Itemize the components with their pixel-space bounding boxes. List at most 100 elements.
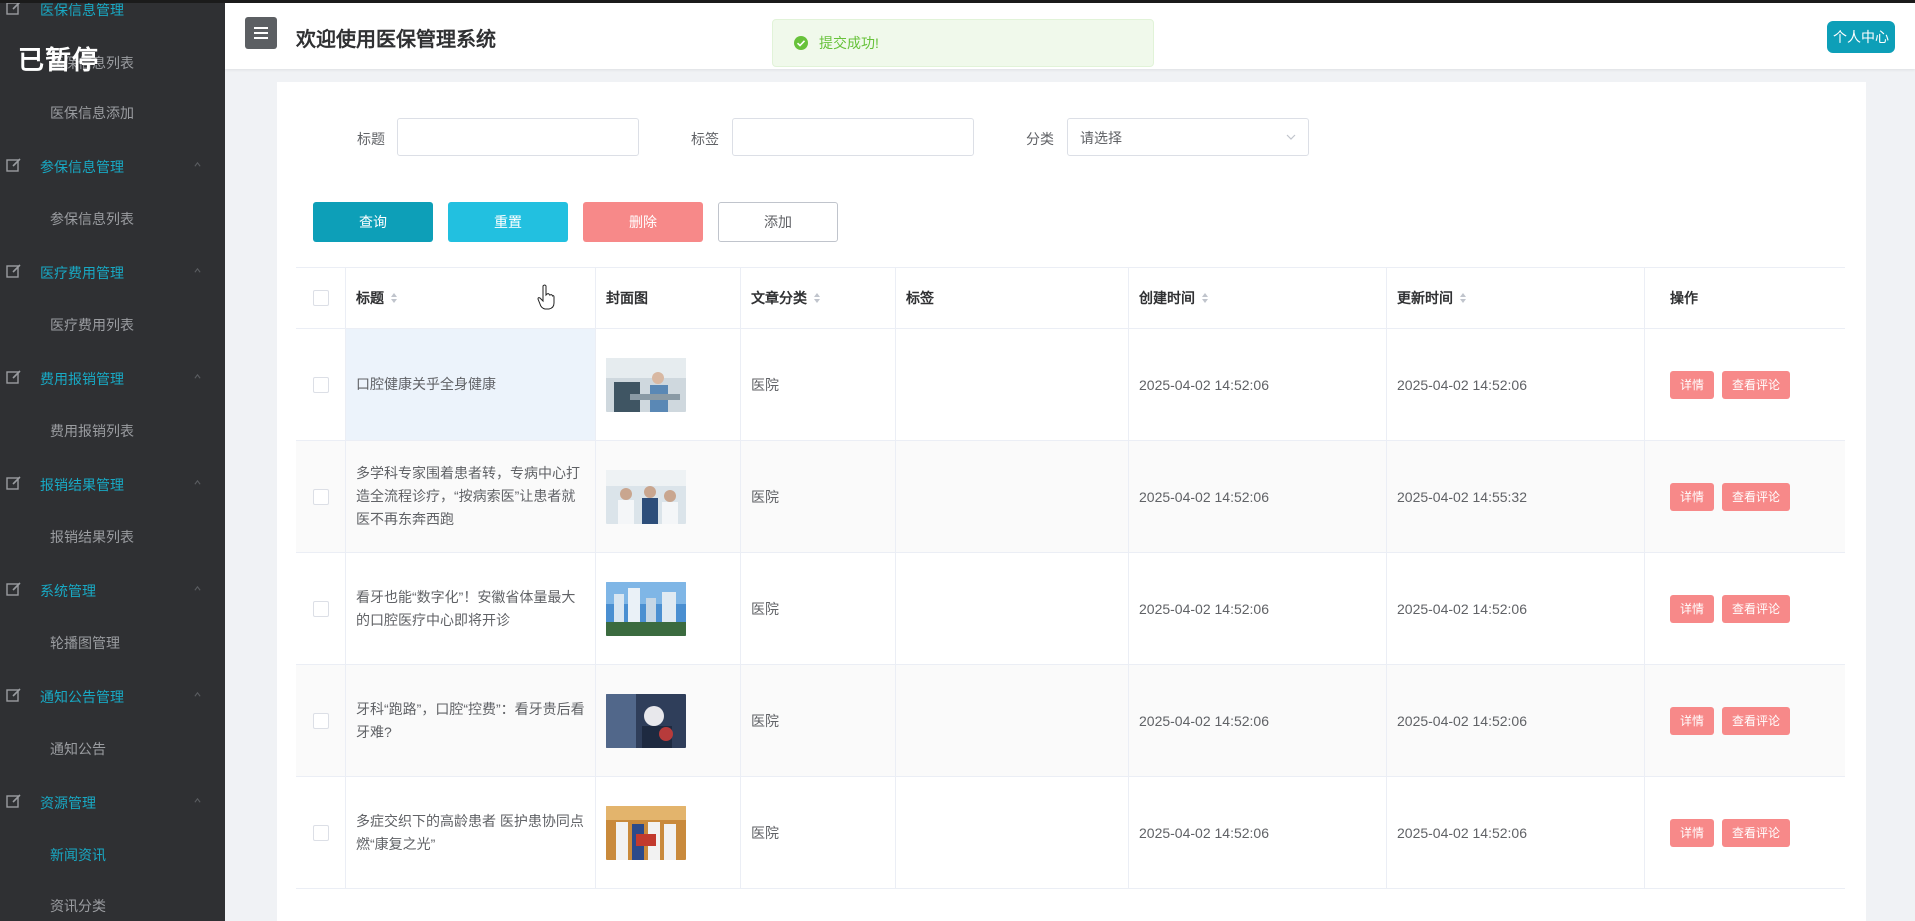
- sidebar-item-reimbursement-result-list[interactable]: 报销结果列表: [50, 527, 134, 547]
- header-category-label: 文章分类: [751, 290, 807, 306]
- cover-image[interactable]: [606, 581, 686, 636]
- table-row: 看牙也能“数字化”！安徽省体量最大的口腔医疗中心即将开诊 医院 2025-04-…: [296, 553, 1845, 665]
- sort-icon[interactable]: [390, 291, 398, 305]
- sidebar-group-enrollment-info[interactable]: 参保信息管理: [0, 150, 225, 180]
- row-checkbox[interactable]: [312, 712, 329, 729]
- row-select-cell: [296, 441, 346, 552]
- header-title[interactable]: 标题: [346, 268, 596, 328]
- category-select[interactable]: 请选择: [1067, 118, 1309, 156]
- cover-image[interactable]: [606, 805, 686, 860]
- header-actions-label: 操作: [1670, 290, 1698, 306]
- chevron-up-icon: [194, 373, 201, 379]
- sidebar-group-reimbursement-result[interactable]: 报销结果管理: [0, 468, 225, 498]
- query-button[interactable]: 查询: [313, 202, 433, 242]
- reset-button[interactable]: 重置: [448, 202, 568, 242]
- row-tag: [896, 329, 1129, 440]
- row-checkbox[interactable]: [312, 488, 329, 505]
- sidebar-item-medical-insurance-add[interactable]: 医保信息添加: [50, 103, 134, 123]
- chevron-up-icon: [194, 691, 201, 697]
- row-title: 多学科专家围着患者转，专病中心打造全流程诊疗，“按病索医”让患者就医不再东奔西跑: [346, 441, 596, 552]
- row-created-time: 2025-04-02 14:52:06: [1129, 665, 1387, 776]
- row-category: 医院: [741, 665, 896, 776]
- tag-filter-label: 标签: [691, 131, 719, 147]
- view-comments-button[interactable]: 查看评论: [1722, 370, 1790, 399]
- sidebar-item-notice[interactable]: 通知公告: [50, 739, 106, 759]
- header-created[interactable]: 创建时间: [1129, 268, 1387, 328]
- header-tag: 标签: [896, 268, 1129, 328]
- add-button[interactable]: 添加: [718, 202, 838, 242]
- sort-icon[interactable]: [1459, 291, 1467, 305]
- chevron-down-icon: [1286, 134, 1296, 140]
- edit-icon: [6, 264, 21, 278]
- delete-button[interactable]: 删除: [583, 202, 703, 242]
- detail-button[interactable]: 详情: [1670, 594, 1714, 623]
- success-check-icon: [794, 36, 808, 50]
- view-comments-button[interactable]: 查看评论: [1722, 818, 1790, 847]
- sidebar-item-news-category[interactable]: 资讯分类: [50, 896, 106, 916]
- sidebar-group-medical-insurance-info[interactable]: 医保信息管理: [0, 0, 225, 23]
- header-cover-label: 封面图: [606, 290, 648, 306]
- detail-button[interactable]: 详情: [1670, 482, 1714, 511]
- cover-image[interactable]: [606, 469, 686, 524]
- view-comments-button[interactable]: 查看评论: [1722, 594, 1790, 623]
- detail-button[interactable]: 详情: [1670, 706, 1714, 735]
- chevron-up-icon: [194, 267, 201, 273]
- header-cover: 封面图: [596, 268, 741, 328]
- chevron-up-icon: [194, 585, 201, 591]
- row-tag: [896, 441, 1129, 552]
- sidebar-group-system[interactable]: 系统管理: [0, 574, 225, 604]
- row-updated-time: 2025-04-02 14:52:06: [1387, 553, 1645, 664]
- view-comments-button[interactable]: 查看评论: [1722, 482, 1790, 511]
- sidebar-group-reimbursement[interactable]: 费用报销管理: [0, 362, 225, 392]
- sidebar-item-enrollment-list[interactable]: 参保信息列表: [50, 209, 134, 229]
- sort-icon[interactable]: [1201, 291, 1209, 305]
- category-select-placeholder: 请选择: [1080, 130, 1122, 146]
- table-row: 牙科“跑路”，口腔“控费”：看牙贵后看牙难? 医院 2025-04-02 14:…: [296, 665, 1845, 777]
- header-title-label: 标题: [356, 290, 384, 306]
- menu-toggle-button[interactable]: [245, 17, 277, 49]
- sidebar-group-label: 医疗费用管理: [40, 265, 124, 281]
- row-tag: [896, 665, 1129, 776]
- table-header: 标题 封面图 文章分类 标签 创建时间 更新时间 操作: [296, 268, 1845, 329]
- header-updated[interactable]: 更新时间: [1387, 268, 1645, 328]
- sidebar-group-resources[interactable]: 资源管理: [0, 786, 225, 816]
- sidebar-group-label: 费用报销管理: [40, 371, 124, 387]
- tag-filter-input[interactable]: [732, 118, 974, 156]
- sidebar-item-news[interactable]: 新闻资讯: [50, 845, 106, 865]
- row-checkbox[interactable]: [312, 600, 329, 617]
- edit-icon: [6, 476, 21, 490]
- row-created-time: 2025-04-02 14:52:06: [1129, 553, 1387, 664]
- row-checkbox[interactable]: [312, 376, 329, 393]
- sidebar-item-reimbursement-list[interactable]: 费用报销列表: [50, 421, 134, 441]
- row-cover-cell: [596, 441, 741, 552]
- chevron-up-icon: [194, 161, 201, 167]
- sidebar-item-medical-expenses-list[interactable]: 医疗费用列表: [50, 315, 134, 335]
- row-checkbox[interactable]: [312, 824, 329, 841]
- cover-image[interactable]: [606, 357, 686, 412]
- toast-message: 提交成功!: [819, 35, 879, 51]
- row-updated-time: 2025-04-02 14:52:06: [1387, 665, 1645, 776]
- row-actions: 详情 查看评论: [1645, 329, 1845, 440]
- content-card: 标题 标签 分类 请选择 查询 重置 删除 添加 标题 封面图 文章分类 标签 …: [277, 82, 1866, 921]
- system-title: 欢迎使用医保管理系统: [296, 29, 496, 51]
- detail-button[interactable]: 详情: [1670, 370, 1714, 399]
- sidebar-group-medical-expenses[interactable]: 医疗费用管理: [0, 256, 225, 286]
- row-actions: 详情 查看评论: [1645, 441, 1845, 552]
- edit-icon: [6, 794, 21, 808]
- header-category[interactable]: 文章分类: [741, 268, 896, 328]
- hamburger-icon: [254, 27, 268, 39]
- view-comments-button[interactable]: 查看评论: [1722, 706, 1790, 735]
- sidebar-item-carousel[interactable]: 轮播图管理: [50, 633, 120, 653]
- profile-button[interactable]: 个人中心: [1827, 21, 1895, 53]
- sidebar-group-label: 资源管理: [40, 795, 96, 811]
- detail-button[interactable]: 详情: [1670, 818, 1714, 847]
- select-all-checkbox[interactable]: [312, 290, 329, 306]
- edit-icon: [6, 582, 21, 596]
- title-filter-input[interactable]: [397, 118, 639, 156]
- news-table: 标题 封面图 文章分类 标签 创建时间 更新时间 操作 口腔健康关乎全身健康 医…: [296, 267, 1845, 889]
- sidebar: 已暂停 医保信息管理 医保信息列表 医保信息添加 参保信息管理 参保信息列表 医…: [0, 0, 225, 921]
- sort-icon[interactable]: [813, 291, 821, 305]
- cover-image[interactable]: [606, 693, 686, 748]
- sidebar-group-notice[interactable]: 通知公告管理: [0, 680, 225, 710]
- row-tag: [896, 553, 1129, 664]
